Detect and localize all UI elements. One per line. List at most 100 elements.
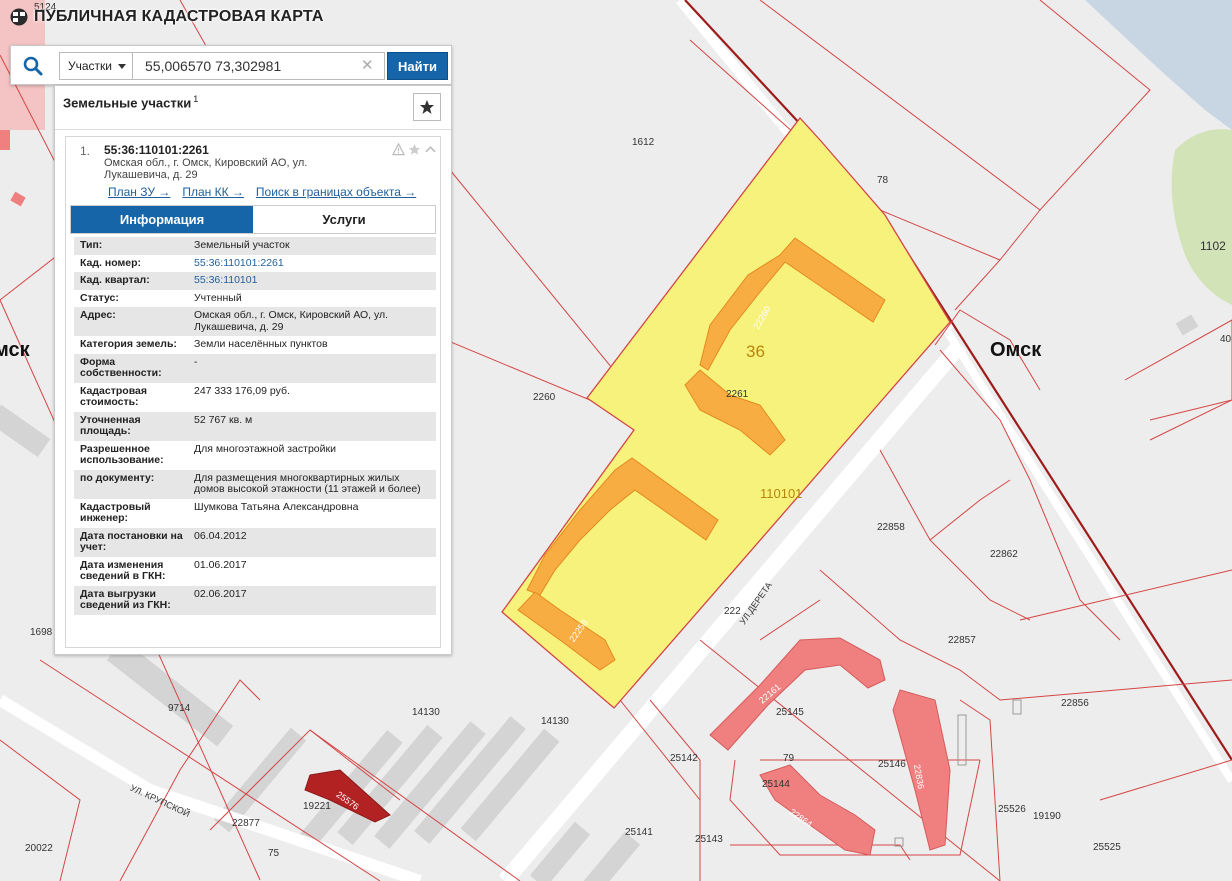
- search-bar: Участки ✕ Найти: [10, 45, 452, 85]
- app-header: ПУБЛИЧНАЯ КАДАСТРОВАЯ КАРТА: [10, 8, 324, 26]
- info-value: 02.06.2017: [194, 587, 247, 600]
- parcel-label: 19221: [303, 801, 331, 812]
- info-value: Для размещения многоквартирных жилых дом…: [194, 471, 421, 495]
- info-key: Категория земель:: [80, 338, 177, 350]
- info-value: 06.04.2012: [194, 529, 247, 542]
- result-address: Омская обл., г. Омск, Кировский АО, ул. …: [104, 157, 308, 181]
- info-key: Форма собственности:: [80, 355, 162, 379]
- info-row: Дата изменения сведений в ГКН: 01.06.2017: [74, 557, 436, 586]
- parcel-label: 22856: [1061, 698, 1089, 709]
- info-row: Кад. квартал: 55:36:110101: [74, 272, 436, 290]
- quarter-label-36: 36: [746, 342, 765, 361]
- info-value: Для многоэтажной застройки: [194, 442, 336, 455]
- star-icon[interactable]: [408, 143, 421, 156]
- parcel-label: 2261: [726, 389, 749, 400]
- parcel-label: 25141: [625, 827, 653, 838]
- chevron-down-icon: [118, 63, 126, 69]
- results-title: Земельные участки 1: [63, 94, 198, 110]
- info-row: Тип: Земельный участок: [74, 237, 436, 255]
- star-icon: [420, 100, 434, 114]
- info-key: Кадастровый инженер:: [80, 500, 151, 524]
- plan-zu-link[interactable]: План ЗУ →: [108, 185, 170, 199]
- info-value[interactable]: 55:36:110101: [194, 272, 436, 290]
- plan-kk-link[interactable]: План КК →: [182, 185, 244, 199]
- results-panel: Земельные участки 1 1. 55:36:110101:2261 …: [54, 85, 452, 655]
- info-value: -: [194, 355, 198, 368]
- parcel-label: 19190: [1033, 811, 1061, 822]
- clear-icon[interactable]: ✕: [361, 58, 374, 74]
- info-value: 247 333 176,09 руб.: [194, 384, 290, 397]
- water-area: [1085, 0, 1232, 130]
- divider: [55, 129, 451, 130]
- info-key: Статус:: [80, 291, 119, 304]
- parcel-label: 25143: [695, 834, 723, 845]
- info-value: 01.06.2017: [194, 558, 247, 571]
- green-area: [1171, 129, 1232, 305]
- info-value: Шумкова Татьяна Александровна: [194, 500, 359, 513]
- info-row: по документу: Для размещения многоквартир…: [74, 469, 436, 499]
- card-tabs: Информация Услуги: [70, 205, 436, 234]
- result-card[interactable]: 1. 55:36:110101:2261 Омская обл., г. Омс…: [65, 136, 441, 648]
- info-value: Учтенный: [194, 291, 242, 304]
- parcel-label: 78: [877, 175, 889, 186]
- info-value[interactable]: 55:36:110101:2261: [194, 255, 436, 273]
- logo-icon: [10, 8, 28, 26]
- city-label-omsk: Омск: [990, 339, 1042, 361]
- search-input[interactable]: [133, 52, 385, 80]
- parcel-label: 25146: [878, 759, 906, 770]
- parcel-label: 25525: [1093, 842, 1121, 853]
- info-key: Кад. квартал:: [80, 274, 150, 286]
- info-key: Кад. номер:: [80, 256, 142, 269]
- chevron-up-icon[interactable]: [424, 143, 437, 156]
- parcel-label: 22877: [232, 818, 260, 829]
- info-row: Статус: Учтенный: [74, 290, 436, 308]
- search-type-label: Участки: [68, 59, 112, 73]
- tab-services[interactable]: Услуги: [253, 206, 435, 233]
- info-key: по документу:: [80, 471, 155, 484]
- info-key: Разрешенное использование:: [80, 442, 164, 466]
- parcel-label: 1102: [1200, 239, 1226, 253]
- info-row: Дата постановки на учет: 06.04.2012: [74, 527, 436, 557]
- info-value: 52 767 кв. м: [194, 413, 253, 426]
- info-key: Тип:: [80, 239, 103, 251]
- parcel-label: 22857: [948, 635, 976, 646]
- info-table: Тип: Земельный участок Кад. номер: 55:36:11…: [74, 237, 436, 615]
- info-value: Земли населённых пунктов: [194, 338, 328, 350]
- parcel-label: 14130: [412, 707, 440, 718]
- parcel-label: 25145: [776, 707, 804, 718]
- info-value: Омская обл., г. Омск, Кировский АО, ул. …: [194, 309, 389, 333]
- info-row: Категория земель: Земли населённых пункто…: [74, 336, 436, 354]
- parcel-label: 25142: [670, 753, 698, 764]
- warning-icon[interactable]: [392, 143, 405, 156]
- pink-buildings: [709, 637, 951, 856]
- parcel-label: 9714: [168, 703, 191, 714]
- info-row: Уточненная площадь: 52 767 кв. м: [74, 411, 436, 441]
- parcel-label: 22862: [990, 549, 1018, 560]
- card-actions: [392, 143, 437, 156]
- info-key: Уточненная площадь:: [80, 413, 141, 437]
- parcel-label: 2260: [533, 392, 556, 403]
- search-in-bounds-link[interactable]: Поиск в границах объекта →: [256, 185, 416, 199]
- info-key: Адрес:: [80, 309, 116, 321]
- parcel-label: 20022: [25, 843, 53, 854]
- parcel-label: 14130: [541, 716, 569, 727]
- info-row: Разрешенное использование: Для многоэтажн…: [74, 441, 436, 470]
- parcel-label: 40: [1220, 334, 1232, 345]
- info-key: Кадастровая стоимость:: [80, 384, 147, 408]
- parcel-label: 25144: [762, 779, 790, 790]
- search-button[interactable]: Найти: [387, 52, 448, 80]
- tab-info[interactable]: Информация: [71, 206, 253, 233]
- parcel-label: 1612: [632, 137, 655, 148]
- favorites-button[interactable]: [413, 93, 441, 121]
- info-row: Кад. номер: 55:36:110101:2261: [74, 255, 436, 273]
- search-type-dropdown[interactable]: Участки: [59, 52, 133, 80]
- info-row: Кадастровый инженер: Шумкова Татьяна Алек…: [74, 499, 436, 528]
- results-title-text: Земельные участки: [63, 95, 192, 111]
- info-row: Кадастровая стоимость: 247 333 176,09 руб…: [74, 383, 436, 412]
- result-cadastral-number[interactable]: 55:36:110101:2261: [104, 143, 209, 157]
- info-row: Форма собственности: -: [74, 353, 436, 383]
- info-key: Дата изменения сведений в ГКН:: [80, 558, 166, 582]
- info-row: Адрес: Омская обл., г. Омск, Кировский АО…: [74, 307, 436, 336]
- search-icon[interactable]: [21, 54, 45, 78]
- parcel-label: 75: [268, 848, 280, 859]
